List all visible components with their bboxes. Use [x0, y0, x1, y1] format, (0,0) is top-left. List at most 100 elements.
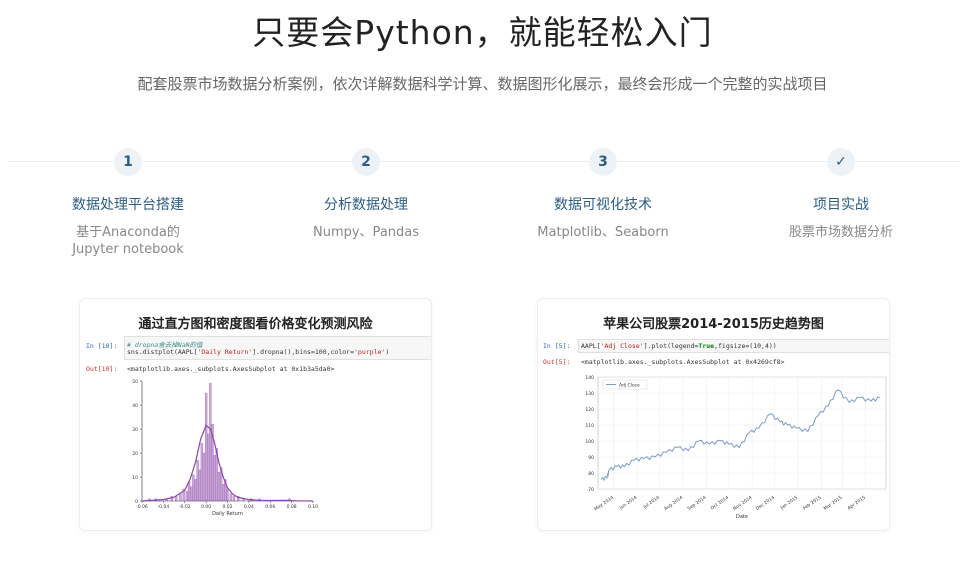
y-tick-label: 70	[588, 487, 594, 493]
histogram-bar	[190, 486, 193, 502]
code-string: 'Daily Return'	[197, 348, 253, 356]
step-description-line: Matplotlib、Seaborn	[537, 225, 669, 240]
step-description: Numpy、Pandas	[266, 224, 466, 241]
hero-title: 只要会Python，就能轻松入门	[252, 13, 713, 52]
x-axis-label: Daily Return	[212, 511, 243, 517]
x-tick-label: Mar 2015	[823, 495, 844, 512]
y-tick-label: 140	[585, 375, 594, 381]
x-tick-label: 0.00	[201, 504, 211, 510]
histogram-bar	[207, 433, 210, 502]
x-axis-label: Date	[736, 514, 748, 520]
y-tick-label: 130	[585, 391, 594, 397]
y-tick-label: 10	[132, 475, 138, 481]
histogram-bar	[179, 493, 182, 502]
step-description-line: 基于Anaconda的	[76, 225, 180, 240]
step-description-line: Numpy、Pandas	[312, 225, 420, 240]
x-tick-label: 0.02	[222, 504, 232, 510]
y-tick-label: 90	[588, 455, 594, 461]
input-prompt: In [10]:	[86, 342, 118, 350]
y-tick-label: 40	[132, 403, 138, 409]
x-tick-label: 0.04	[244, 504, 254, 510]
code-token: ].dropna(),bins=100,color=	[252, 348, 354, 356]
y-tick-label: 50	[132, 379, 138, 385]
trend-line-chart: 70 80 90 100 110 120 130 140 May 2014 Jun 2014 Jul…	[585, 375, 887, 520]
code-token: )	[385, 348, 390, 356]
step-description: Matplotlib、Seaborn	[503, 224, 703, 241]
histogram-bar	[213, 455, 216, 502]
code-token: ].plot(legend=	[643, 342, 699, 350]
step-platform-setup: 1 数据处理平台搭建 基于Anaconda的 Jupyter notebook	[28, 148, 228, 258]
code-string: 'purple'	[354, 348, 386, 356]
step-data-processing: 2 分析数据处理 Numpy、Pandas	[266, 148, 466, 241]
step-description: 基于Anaconda的 Jupyter notebook	[28, 224, 228, 258]
x-tick-label: -0.02	[179, 504, 191, 510]
code-token: AAPL[	[581, 342, 601, 350]
x-tick-label: Aug 2014	[663, 495, 684, 512]
step-title: 数据可视化技术	[554, 197, 652, 213]
y-tick-label: 110	[585, 423, 594, 429]
x-tick-label: 0.08	[287, 504, 297, 510]
output-text: <matplotlib.axes._subplots.AxesSubplot a…	[581, 358, 785, 366]
histogram-bar	[200, 443, 203, 502]
y-tick-label: 30	[132, 427, 138, 433]
histogram-bar	[205, 392, 208, 502]
step-number-badge: 3	[589, 148, 617, 176]
output-text: <matplotlib.axes._subplots.AxesSubplot a…	[127, 365, 335, 373]
code-token: ,figsize=(10,4))	[714, 342, 777, 350]
histogram-bar	[232, 496, 236, 502]
histogram-bar	[229, 493, 232, 502]
histogram-bar	[202, 452, 206, 502]
step-description: 股票市场数据分析	[741, 224, 941, 241]
x-tick-label: Jun 2014	[618, 495, 639, 512]
step-description-line: 股票市场数据分析	[788, 225, 893, 240]
code-keyword: True	[698, 342, 715, 350]
card-title: 通过直方图和密度图看价格变化预测风险	[138, 317, 373, 332]
y-tick-label: 80	[588, 471, 594, 477]
histogram-bar	[194, 479, 197, 502]
code-statement: AAPL['Adj Close'].plot(legend=True,figsi…	[581, 342, 777, 350]
x-tick-label: Jul 2014	[642, 495, 661, 511]
x-tick-label: -0.06	[136, 504, 148, 510]
x-tick-label: 0.10	[308, 504, 318, 510]
histogram-bar	[222, 484, 225, 502]
x-tick-label: Jan 2015	[779, 495, 800, 512]
y-tick-label: 120	[585, 407, 594, 413]
x-tick-label: -0.04	[158, 504, 170, 510]
histogram-bar	[226, 488, 229, 502]
histogram-bar	[192, 474, 195, 502]
histogram-chart: 01020304050-0.06 -0.04 -0.02 0.00 0.02 0.04 0.…	[132, 379, 318, 517]
code-string: 'Adj Close'	[600, 342, 644, 350]
x-tick-label: Oct 2014	[710, 495, 730, 512]
output-prompt: Out[5]:	[543, 358, 571, 366]
y-tick-label: 100	[585, 439, 594, 445]
x-tick-label: Sep 2014	[686, 495, 707, 512]
step-visualization: 3 数据可视化技术 Matplotlib、Seaborn	[503, 148, 703, 241]
histogram-bar	[209, 383, 212, 502]
code-token: sns.distplot(AAPL[	[127, 348, 198, 356]
legend-label: Adj Close	[619, 382, 640, 388]
step-title: 项目实战	[813, 197, 869, 213]
card-title: 苹果公司股票2014-2015历史趋势图	[603, 317, 824, 332]
step-title: 分析数据处理	[324, 197, 408, 213]
step-number-badge: 1	[114, 148, 142, 176]
input-prompt: In [5]:	[543, 342, 571, 350]
histogram-bar	[196, 460, 199, 502]
step-number-badge: 2	[352, 148, 380, 176]
code-statement: sns.distplot(AAPL['Daily Return'].dropna…	[127, 348, 389, 356]
x-tick-label: Apr 2015	[846, 495, 866, 512]
output-prompt: Out[10]:	[86, 365, 118, 373]
x-tick-label: Dec 2014	[755, 495, 776, 512]
histogram-bar	[217, 472, 221, 502]
adj-close-series-line	[600, 389, 881, 482]
x-tick-label: Nov 2014	[732, 495, 753, 512]
checkmark-icon: ✓	[827, 148, 855, 176]
x-tick-label: May 2014	[593, 495, 615, 513]
histogram-example-card: 通过直方图和密度图看价格变化预测风险 In [10]: # dropna舍去掉N…	[79, 298, 432, 531]
histogram-bar	[185, 491, 189, 502]
x-tick-label: Feb 2015	[802, 495, 823, 512]
trend-example-card: 苹果公司股票2014-2015历史趋势图 In [5]: AAPL['Adj C…	[537, 298, 890, 531]
plot-frame	[597, 376, 887, 490]
hero-subtitle: 配套股票市场数据分析案例，依次详解数据科学计算、数据图形化展示，最终会形成一个完…	[137, 75, 828, 93]
histogram-bar	[187, 481, 191, 502]
step-title: 数据处理平台搭建	[72, 197, 184, 213]
